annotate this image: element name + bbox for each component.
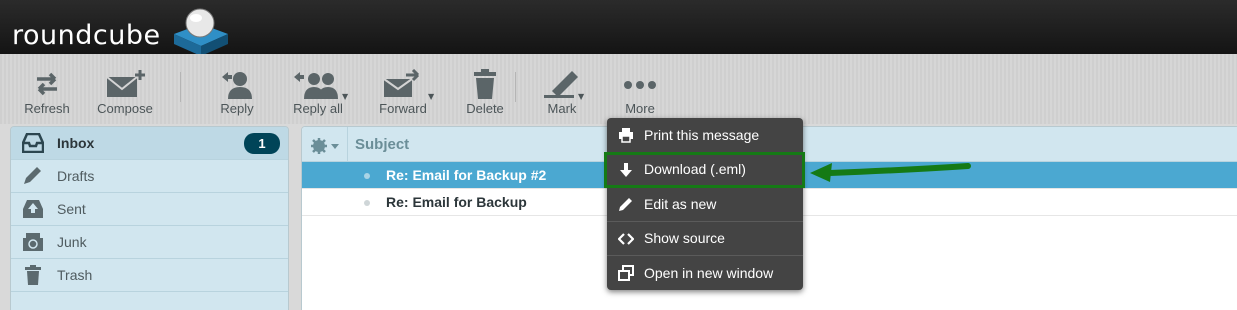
folder-drafts[interactable]: Drafts: [11, 160, 288, 193]
menu-item-label: Print this message: [644, 126, 760, 143]
logo-text: roundcube: [12, 20, 161, 51]
reply-all-button[interactable]: Reply all: [287, 68, 349, 116]
more-menu-popup: Print this message Download (.eml) Edit …: [607, 118, 803, 290]
compose-icon: [106, 70, 145, 97]
menu-item-show-source[interactable]: Show source: [607, 222, 803, 256]
mark-dropdown-icon[interactable]: ▼: [578, 92, 584, 101]
subject-column-header[interactable]: Subject: [355, 136, 409, 153]
inbox-icon: [22, 133, 44, 153]
folder-inbox[interactable]: Inbox 1: [11, 127, 288, 160]
delete-label: Delete: [466, 101, 504, 116]
more-button[interactable]: More: [618, 68, 662, 116]
menu-item-print[interactable]: Print this message: [607, 118, 803, 153]
menu-item-open-new-window[interactable]: Open in new window: [607, 256, 803, 291]
reply-button[interactable]: Reply: [215, 68, 259, 116]
refresh-icon: [37, 72, 57, 96]
reply-label: Reply: [220, 101, 254, 116]
forward-dropdown-icon[interactable]: ▼: [428, 92, 434, 101]
list-options-gear-icon[interactable]: [309, 137, 349, 155]
compose-button[interactable]: Compose: [93, 68, 157, 116]
folder-trash[interactable]: Trash: [11, 259, 288, 292]
message-subject: Re: Email for Backup #2: [386, 167, 547, 183]
forward-label: Forward: [379, 101, 427, 116]
trash-icon: [25, 265, 41, 285]
menu-item-label: Edit as new: [644, 195, 717, 212]
pencil-icon: [619, 198, 632, 211]
code-icon: [618, 232, 634, 245]
menu-item-label: Open in new window: [644, 265, 774, 282]
roundcube-logo-icon: [174, 8, 228, 56]
folder-label: Inbox: [57, 135, 95, 151]
status-dot-icon: [364, 173, 370, 179]
annotation-highlight-box: [604, 152, 805, 188]
reply-all-icon: [294, 72, 338, 99]
more-label: More: [625, 101, 655, 116]
folder-list: Inbox 1 Drafts Sent Junk Trash: [10, 126, 289, 310]
toolbar: Refresh Compose Reply Reply all ▼ Forwar…: [0, 54, 1237, 124]
folder-label: Trash: [57, 267, 93, 283]
folder-label: Sent: [57, 201, 86, 217]
more-icon: [624, 81, 656, 89]
delete-button[interactable]: Delete: [462, 68, 508, 116]
forward-icon: [383, 69, 420, 97]
status-dot-icon: [364, 200, 370, 206]
print-icon: [619, 128, 633, 143]
folder-label: Drafts: [57, 168, 95, 184]
pencil-icon: [24, 167, 41, 184]
forward-button[interactable]: Forward: [374, 68, 432, 116]
mark-icon: [544, 71, 578, 98]
message-subject: Re: Email for Backup: [386, 194, 527, 210]
recycle-icon: [23, 233, 43, 251]
menu-item-edit-as-new[interactable]: Edit as new: [607, 187, 803, 222]
folder-junk[interactable]: Junk: [11, 226, 288, 259]
mark-label: Mark: [547, 101, 577, 116]
folder-sent[interactable]: Sent: [11, 193, 288, 226]
folder-label: Junk: [57, 234, 87, 250]
compose-label: Compose: [97, 101, 153, 116]
reply-icon: [222, 72, 252, 99]
annotation-arrow-icon: [810, 163, 971, 182]
app-header: roundcube: [0, 0, 1237, 56]
refresh-label: Refresh: [24, 101, 70, 116]
unread-count-badge: 1: [244, 133, 280, 154]
delete-icon: [474, 69, 496, 99]
menu-item-label: Show source: [644, 230, 725, 247]
new-window-icon: [618, 265, 634, 281]
column-separator: [347, 127, 348, 162]
toolbar-separator: [515, 72, 516, 102]
sent-icon: [23, 200, 43, 218]
toolbar-separator: [180, 72, 181, 102]
refresh-button[interactable]: Refresh: [20, 68, 74, 116]
reply-all-dropdown-icon[interactable]: ▼: [342, 92, 348, 101]
reply-all-label: Reply all: [293, 101, 343, 116]
